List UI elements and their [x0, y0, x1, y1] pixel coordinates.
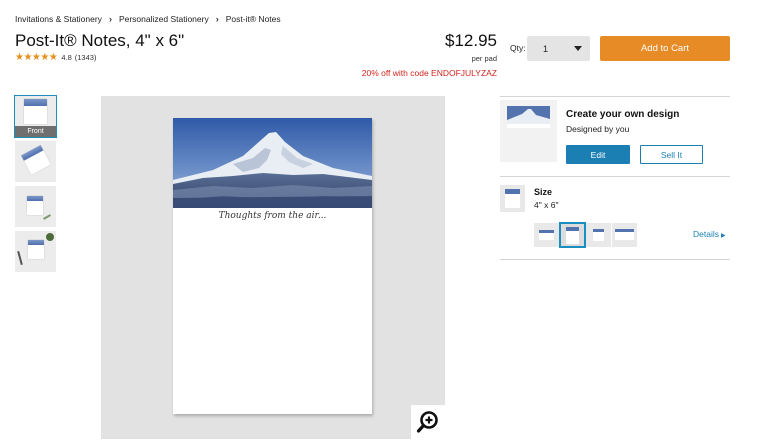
size-option-3[interactable] — [586, 223, 611, 247]
caret-right-icon: ▶ — [720, 233, 726, 239]
caret-down-icon — [574, 46, 582, 51]
breadcrumb: Invitations & Stationery › Personalized … — [15, 14, 281, 24]
thumbnail-desk[interactable] — [15, 186, 56, 227]
mountain-photo — [173, 118, 372, 208]
size-option-2[interactable] — [559, 222, 586, 248]
sell-it-button[interactable]: Sell It — [640, 145, 703, 164]
size-option-1[interactable] — [534, 223, 559, 247]
zoom-button[interactable] — [411, 405, 445, 439]
design-subtitle: Designed by you — [566, 124, 630, 134]
design-thumbnail[interactable] — [500, 100, 557, 162]
thumbnail-scene[interactable] — [15, 231, 56, 272]
thumbnail-pad-image — [27, 196, 43, 215]
star-rating-icon: ★★★★★ — [15, 52, 58, 63]
design-title: Create your own design — [566, 109, 680, 120]
post-it-pad: Thoughts from the air... — [173, 118, 372, 414]
promo-text: 20% off with code ENDOFJULYZAZ — [361, 68, 497, 78]
thumbnail-angle[interactable] — [15, 141, 56, 182]
thumbnail-pad-image — [21, 145, 51, 175]
thumbnail-pad-image — [24, 99, 47, 124]
product-rating[interactable]: ★★★★★ 4.8 (1343) — [15, 52, 96, 63]
size-label: Size — [534, 187, 553, 197]
product-title: Post-It® Notes, 4" x 6" — [15, 31, 185, 50]
qty-select[interactable]: 1 — [527, 36, 590, 61]
thumbnail-label: Front — [15, 126, 56, 137]
qty-value: 1 — [543, 43, 549, 54]
details-label: Details — [693, 229, 719, 239]
price-unit: per pad — [471, 54, 497, 63]
thumbnail-list: Front — [14, 95, 57, 276]
product-price: $12.95 — [445, 31, 497, 50]
rating-value: 4.8 — [61, 53, 72, 62]
size-thumbnail — [500, 185, 525, 212]
qty-label: Qty: — [510, 43, 526, 53]
pen-icon — [17, 250, 23, 266]
divider — [500, 259, 730, 260]
size-value: 4" x 6" — [534, 200, 559, 210]
add-to-cart-button[interactable]: Add to Cart — [600, 36, 730, 61]
size-options — [534, 222, 638, 248]
thumbnail-front[interactable]: Front — [14, 95, 57, 138]
breadcrumb-item-personalized-stationery[interactable]: Personalized Stationery — [119, 14, 209, 24]
breadcrumb-item-post-it-notes[interactable]: Post-it® Notes — [226, 14, 281, 24]
review-count[interactable]: (1343) — [75, 53, 97, 62]
chevron-right-icon: › — [215, 14, 219, 24]
thumbnail-pad-image — [28, 240, 44, 259]
chevron-right-icon: › — [108, 14, 112, 24]
breadcrumb-item-invitations[interactable]: Invitations & Stationery — [15, 14, 102, 24]
pad-caption: Thoughts from the air... — [218, 211, 327, 221]
edit-button[interactable]: Edit — [566, 145, 630, 164]
zoom-in-icon — [416, 411, 438, 433]
plant-icon — [46, 233, 54, 241]
details-link[interactable]: Details ▶ — [693, 229, 726, 239]
pen-icon — [43, 214, 51, 220]
size-option-4[interactable] — [612, 223, 637, 247]
divider — [500, 176, 730, 177]
main-product-image[interactable]: Thoughts from the air... — [101, 96, 445, 439]
divider — [500, 96, 730, 97]
